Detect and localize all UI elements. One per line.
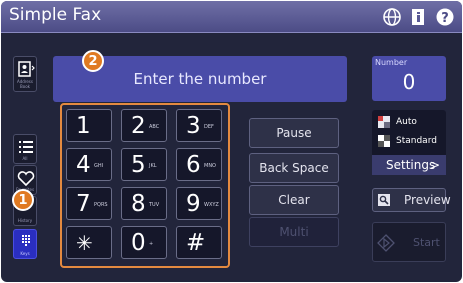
key-5[interactable]: 5 JKL: [121, 148, 167, 181]
title-bar: Simple Fax ?: [1, 1, 462, 33]
number-display-label: Number: [375, 58, 408, 67]
key-0[interactable]: 0 +: [121, 226, 167, 259]
start-button[interactable]: Start: [372, 222, 446, 262]
keys-button[interactable]: Keys: [13, 229, 37, 259]
callout-2: 2: [82, 50, 104, 72]
globe-icon[interactable]: [382, 7, 402, 27]
info-icon[interactable]: [409, 7, 429, 27]
callout-1: 1: [12, 189, 34, 211]
pause-button[interactable]: Pause: [249, 118, 339, 148]
key-hash[interactable]: #: [176, 226, 222, 259]
key-8[interactable]: 8 TUV: [121, 187, 167, 220]
backspace-button[interactable]: Back Space: [249, 153, 339, 183]
fax-screen: Simple Fax ? Address Book All Favorites …: [1, 1, 462, 282]
all-button[interactable]: All: [13, 134, 37, 164]
settings-label: Settings: [386, 158, 436, 172]
number-display: Number 0: [372, 56, 446, 101]
multi-button[interactable]: Multi: [249, 217, 339, 247]
start-label: Start: [413, 236, 440, 249]
key-1[interactable]: 1: [66, 109, 112, 142]
address-book-label: Address Book: [17, 79, 33, 89]
preview-label: Preview: [404, 193, 451, 207]
magnifier-icon: [378, 194, 390, 206]
standard-mode-icon: [378, 135, 390, 147]
key-7[interactable]: 7 PQRS: [66, 187, 112, 220]
key-3[interactable]: 3 DEF: [176, 109, 222, 142]
number-entry-placeholder: Enter the number: [133, 70, 267, 88]
list-icon: [19, 141, 33, 153]
preview-button[interactable]: Preview: [372, 188, 451, 212]
keypad-icon: [22, 235, 30, 246]
auto-mode-label: Auto: [396, 117, 417, 127]
key-2[interactable]: 2 ABC: [121, 109, 167, 142]
auto-mode-icon: [378, 116, 390, 128]
settings-button[interactable]: Settings >: [372, 155, 446, 175]
mode-panel: Auto Standard Settings >: [372, 110, 446, 175]
start-icon: [377, 234, 395, 252]
heart-icon: [17, 171, 35, 187]
key-6[interactable]: 6 MNO: [176, 148, 222, 181]
svg-text:?: ?: [441, 11, 449, 26]
history-label: History: [17, 218, 33, 223]
help-icon[interactable]: ?: [435, 7, 455, 27]
number-display-value: 0: [402, 70, 416, 94]
key-9[interactable]: 9 WXYZ: [176, 187, 222, 220]
address-book-button[interactable]: Address Book: [13, 56, 37, 92]
all-label: All: [22, 156, 28, 161]
key-star[interactable]: ✳: [66, 226, 112, 259]
keys-label: Keys: [20, 251, 30, 256]
key-4[interactable]: 4 GHI: [66, 148, 112, 181]
app-title: Simple Fax: [9, 5, 102, 25]
standard-mode-label: Standard: [396, 136, 437, 146]
settings-chevron-icon: >: [429, 158, 440, 172]
clear-button[interactable]: Clear: [249, 185, 339, 215]
